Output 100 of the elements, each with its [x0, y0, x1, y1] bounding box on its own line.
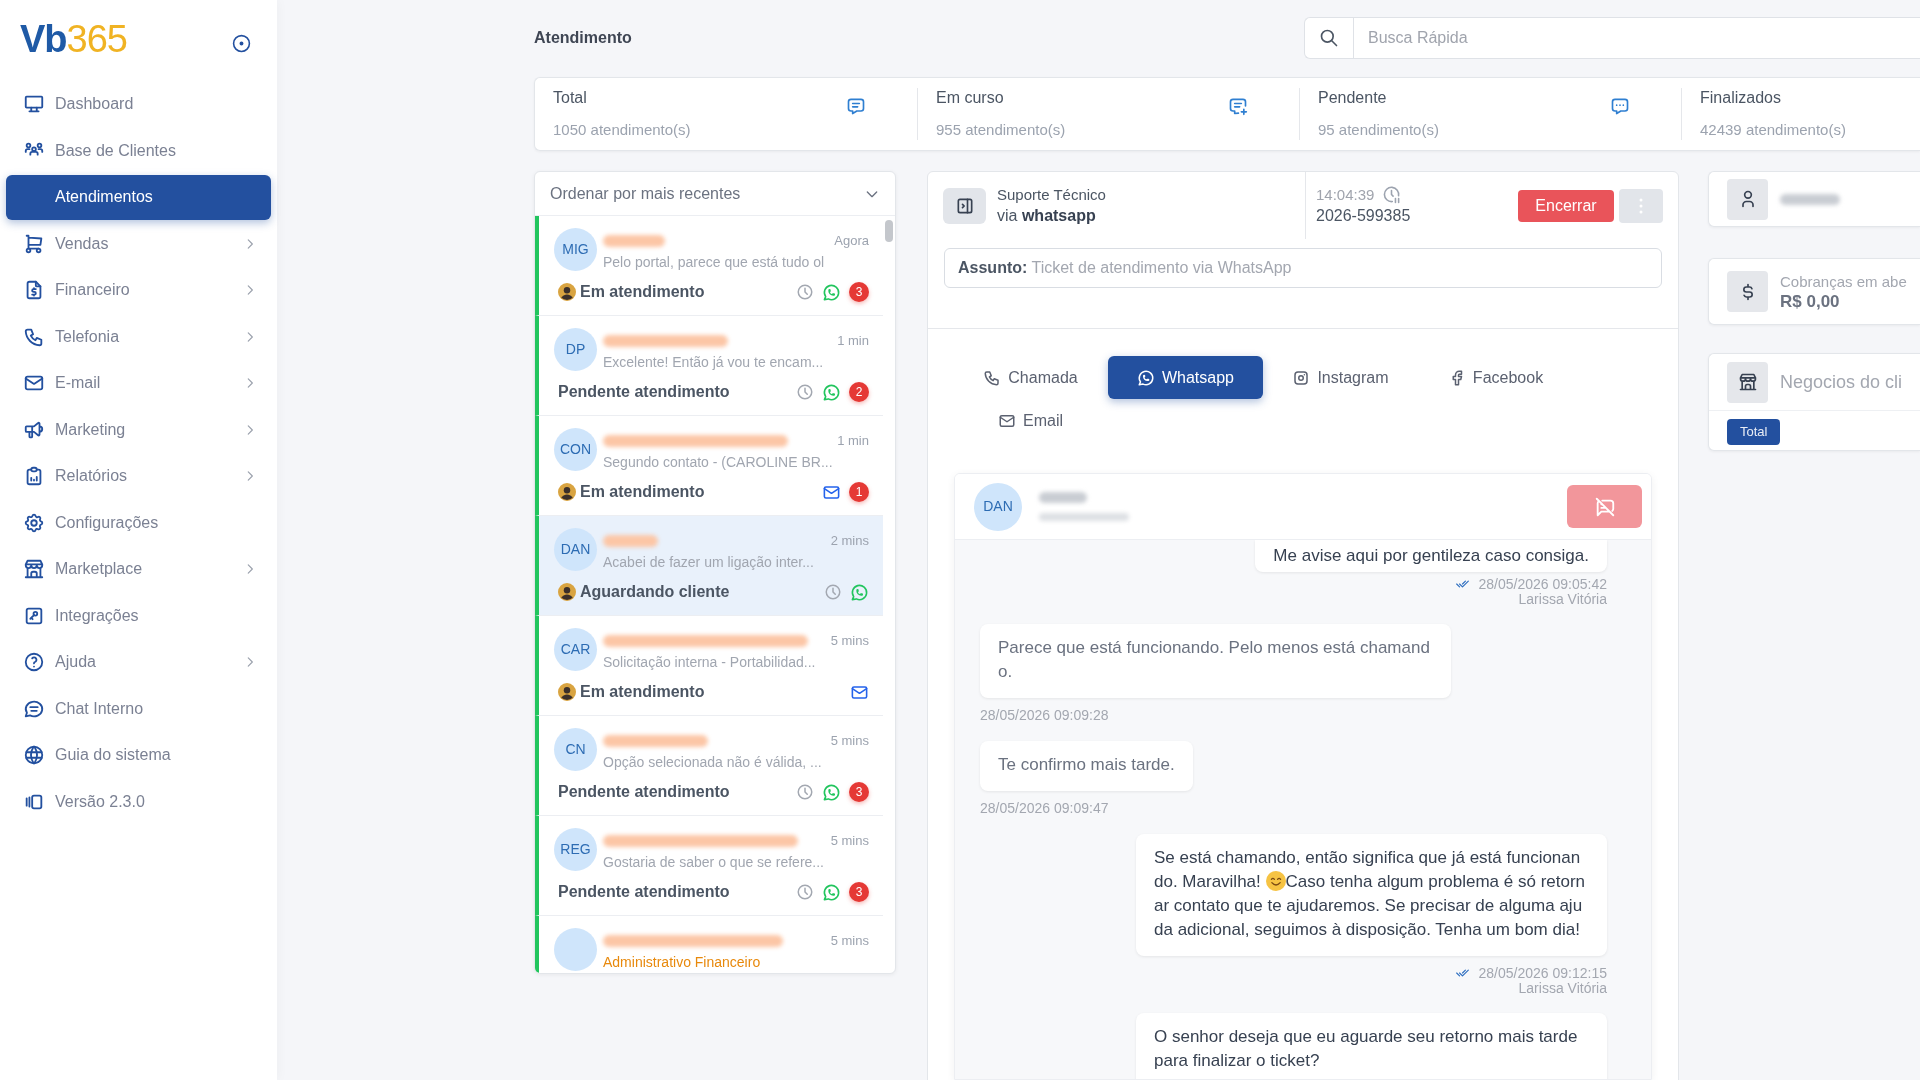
ticket-time: 5 mins	[830, 832, 869, 851]
total-tab[interactable]: Total	[1727, 419, 1781, 445]
ticket-preview: Segundo contato - (CAROLINE BR...	[603, 453, 834, 472]
close-ticket-button[interactable]: Encerrar	[1518, 189, 1614, 222]
ticket-item[interactable]: CON 1 min Segundo contato - (CAROLINE BR... Em atendimento 1	[535, 416, 883, 516]
sidebar-item[interactable]: Chat Interno	[6, 686, 271, 731]
help-icon	[23, 651, 45, 674]
ticket-item[interactable]: DP 1 min Excelente! Então já vou te encam... Pendente atendimento 2	[535, 316, 883, 416]
ticket-status: Pendente atendimento	[558, 782, 730, 802]
ticket-item[interactable]: DAN 2 mins Acabei de fazer um ligação inter... Aguardando cliente	[535, 516, 883, 616]
unread-count: 3	[849, 782, 869, 802]
contact-avatar: CAR	[554, 628, 597, 671]
sidebar-item[interactable]: Marketplace	[6, 547, 271, 592]
more-button[interactable]	[1619, 188, 1663, 223]
page-title: Atendimento	[534, 28, 632, 48]
message-text: Me avise aqui por gentileza caso consiga.	[1273, 545, 1589, 567]
sidebar-item[interactable]: Configurações	[6, 500, 271, 545]
sidebar-item[interactable]: Ajuda	[6, 640, 271, 685]
store-icon	[23, 558, 45, 581]
stat-value: 1050 atendimento(s)	[553, 120, 691, 140]
contact-avatar	[554, 928, 597, 971]
ticket-item[interactable]: MIG Agora Pelo portal, parece que está tudo ol Em atendimento 3	[535, 216, 883, 316]
whatsapp-icon	[1136, 368, 1155, 387]
ticket-preview: Gostaria de saber o que se refere...	[603, 853, 825, 872]
clock-pause-icon	[1382, 185, 1402, 204]
message-author: Larissa Vitória	[1518, 592, 1607, 606]
message-text: Parece que está funcionando. Pelo menos está chamando.	[998, 637, 1431, 683]
elapsed-time: 14:04:39	[1316, 184, 1375, 205]
stat-label: Pendente	[1318, 88, 1388, 108]
ticket-status: Pendente atendimento	[558, 382, 730, 402]
subject-field[interactable]: Assunto: Ticket de atendimento via WhatsApp	[944, 248, 1662, 288]
sidebar-item[interactable]: Vendas	[6, 221, 271, 266]
sidebar-item[interactable]: Integrações	[6, 593, 271, 638]
end-chat-button[interactable]	[1567, 485, 1642, 528]
ticket-preview: Opção selecionada não é válida, ...	[603, 753, 823, 772]
protocol-number: 2026-599385	[1316, 205, 1411, 226]
ticket-time: 5 mins	[830, 632, 869, 651]
user-icon	[1727, 178, 1768, 220]
panel-toggle-button[interactable]	[943, 187, 986, 224]
charges-value: R$ 0,00	[1780, 290, 1841, 312]
scrollbar-thumb[interactable]	[885, 220, 893, 242]
ticket-time: 1 min	[837, 332, 869, 351]
unread-count: 3	[849, 282, 869, 302]
blurred-name	[603, 235, 665, 247]
queue-name: Suporte Técnico	[997, 184, 1106, 205]
channel-tab[interactable]: Instagram	[1263, 356, 1418, 399]
ticket-status: Em atendimento	[580, 682, 705, 702]
channel-tab[interactable]: Whatsapp	[1108, 356, 1263, 399]
channel-tab[interactable]: Email	[953, 399, 1108, 442]
stat-label: Total	[553, 88, 588, 108]
message-plus-icon	[1228, 96, 1248, 116]
channel-tab[interactable]: Chamada	[953, 356, 1108, 399]
sidebar-item[interactable]: Base de Clientes	[6, 128, 271, 173]
unread-count: 3	[849, 882, 869, 902]
blurred-name	[1780, 193, 1840, 205]
ticket-time: Agora	[834, 232, 869, 251]
message-time: 28/05/2026 09:09:47	[980, 800, 1109, 816]
sidebar-item[interactable]: Marketing	[6, 407, 271, 452]
deals-title: Negocios do cli	[1780, 370, 1903, 394]
sidebar-item[interactable]: Telefonia	[6, 314, 271, 359]
sidebar-item[interactable]: Atendimentos	[6, 175, 271, 220]
ticket-time: 5 mins	[830, 932, 869, 951]
settings-icon	[23, 511, 45, 534]
message-text: O senhor deseja que eu aguarde seu retorno mais tarde para finalizar o ticket?	[1154, 1026, 1579, 1072]
ticket-status: Em atendimento	[580, 482, 705, 502]
ticket-preview: Acabei de fazer um ligação inter...	[603, 553, 815, 572]
message-time: 28/05/2026 09:12:15	[1478, 965, 1607, 981]
ticket-preview: Solicitação interna - Portabilidad...	[603, 653, 817, 672]
ticket-status: Aguardando cliente	[580, 582, 730, 602]
contact-avatar: DP	[554, 328, 597, 371]
blurred-name	[1039, 492, 1087, 503]
ticket-preview: Excelente! Então já vou te encam...	[603, 353, 825, 372]
channel-label: via whatsapp	[997, 205, 1097, 226]
stat-value: 955 atendimento(s)	[936, 120, 1066, 140]
sidebar-item[interactable]: E-mail	[6, 361, 271, 406]
globe-icon	[23, 744, 45, 767]
circle-dot-icon[interactable]	[232, 33, 251, 53]
ticket-item[interactable]: CAR 5 mins Solicitação interna - Portabilidad... Em atendimento	[535, 616, 883, 716]
blurred-name	[603, 535, 658, 547]
ticket-item[interactable]: 5 mins Administrativo Financeiro	[535, 916, 883, 973]
contact-avatar: REG	[554, 828, 597, 871]
contact-avatar: MIG	[554, 228, 597, 271]
sidebar-item[interactable]: Dashboard	[6, 82, 271, 127]
contact-avatar: DAN	[974, 482, 1022, 531]
message-time: 28/05/2026 09:09:28	[980, 707, 1109, 723]
sidebar-item[interactable]: Guia do sistema	[6, 733, 271, 778]
stat-value: 42439 atendimento(s)	[1700, 120, 1846, 140]
message-text: Te confirmo mais tarde.	[998, 754, 1175, 776]
sidebar-item[interactable]: Versão 2.3.0	[6, 779, 271, 824]
message-time: 28/05/2026 09:05:42	[1478, 576, 1607, 592]
message-off-icon	[1593, 495, 1616, 518]
ticket-item[interactable]: CN 5 mins Opção selecionada não é válida, ... Pendente atendimento 3	[535, 716, 883, 816]
sidebar-item[interactable]: Relatórios	[6, 454, 271, 499]
sidebar-item[interactable]: Financeiro	[6, 268, 271, 313]
logo: Vb365	[20, 19, 127, 59]
ticket-item[interactable]: REG 5 mins Gostaria de saber o que se refere... Pendente atendimento 3	[535, 816, 883, 916]
dollar-icon	[1727, 271, 1768, 312]
message-text: Se está chamando, então significa que já está funcionando. Maravilha! Caso tenha algum problema é só retornar contato que te ajudaremos. Se precisar de alguma ajuda adicional, seguimos à disposição. Tenha um bom dia!	[1154, 847, 1587, 941]
charges-label: Cobranças em abe	[1780, 271, 1907, 291]
channel-tab[interactable]: Facebook	[1418, 356, 1573, 399]
